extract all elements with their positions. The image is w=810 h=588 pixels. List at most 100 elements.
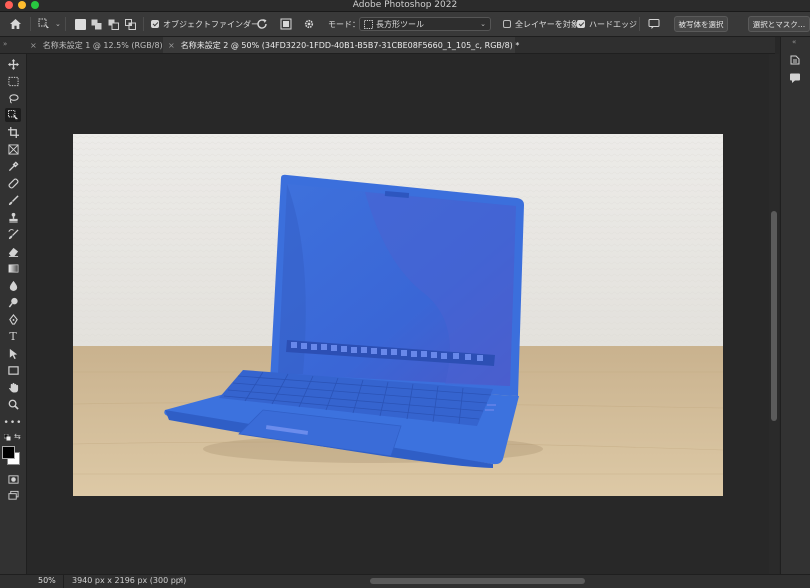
lasso-tool[interactable] [5,91,21,105]
hand-tool[interactable] [5,380,21,394]
hand-tool-icon [8,382,18,393]
quick-mask-icon [7,474,19,484]
app-title: Adobe Photoshop 2022 [352,0,458,10]
hard-edge-label: ハードエッジ [589,19,637,29]
marquee-tool[interactable] [5,74,21,88]
new-selection-button[interactable] [75,19,86,30]
move-tool[interactable] [5,57,21,71]
sample-all-layers-checkbox[interactable] [503,20,511,28]
close-tab-icon[interactable]: × [30,41,37,50]
options-bar: ⌄ オブジェクトファインダー モード： 長方形ツール ⌄ 全レイヤーを対象 ハー… [0,12,810,37]
add-selection-icon [91,19,102,30]
right-panel-strip: « [780,37,810,574]
gradient-tool[interactable] [5,261,21,275]
vertical-scrollbar[interactable] [769,54,779,574]
marquee-tool-icon [7,76,19,86]
zoom-tool-icon [8,399,19,410]
document-canvas[interactable] [73,134,723,496]
feedback-button[interactable] [648,12,660,36]
crop-tool[interactable] [5,125,21,139]
collapse-panel-icon[interactable]: » [3,40,7,48]
object-finder-checkbox[interactable] [151,20,159,28]
zoom-tool[interactable] [5,397,21,411]
sample-all-layers-toggle[interactable]: 全レイヤーを対象 [503,12,579,36]
type-tool[interactable]: T [5,329,21,343]
dodge-tool[interactable] [5,295,21,309]
hard-edge-checkbox[interactable] [577,20,585,28]
object-selection-tool-icon [7,109,18,121]
select-subject-label: 被写体を選択 [678,19,724,29]
comments-panel-icon[interactable] [789,72,801,84]
document-tab-bar: » × 名称未設定 1 @ 12.5% (RGB/8) × 名称未設定 2 @ … [0,37,775,54]
foreground-color-swatch[interactable] [2,446,15,459]
clone-stamp-tool[interactable] [5,210,21,224]
gear-icon [304,19,314,29]
object-selection-tool[interactable] [5,108,21,122]
hard-edge-toggle[interactable]: ハードエッジ [577,12,637,36]
rectangle-mode-icon [364,19,373,29]
screen-mode-icon [7,490,19,500]
mode-label: モード： [328,19,360,29]
eraser-tool[interactable] [5,244,21,258]
show-objects-icon [280,18,292,30]
vertical-scroll-thumb[interactable] [771,211,777,421]
rectangle-tool[interactable] [5,363,21,377]
crop-tool-icon [7,126,19,138]
tool-preset-picker[interactable]: ⌄ [38,12,61,36]
show-all-objects-button[interactable] [280,12,292,36]
object-finder-label: オブジェクトファインダー [163,19,259,29]
chevron-down-icon: ⌄ [55,20,61,28]
history-panel-icon[interactable] [789,54,801,66]
title-bar: Adobe Photoshop 2022 [0,0,810,12]
move-tool-icon [7,58,19,70]
expand-panels-icon[interactable]: « [792,38,796,46]
select-and-mask-label: 選択とマスク… [752,19,806,29]
more-tools-icon: ••• [3,418,23,428]
brush-tool[interactable] [5,193,21,207]
select-subject-button[interactable]: 被写体を選択 [674,16,728,32]
frame-tool[interactable] [5,142,21,156]
home-button[interactable] [9,12,22,36]
healing-brush-tool[interactable] [5,176,21,190]
more-tools-button[interactable]: ••• [3,416,23,430]
pen-tool[interactable] [5,312,21,326]
add-to-selection-button[interactable] [91,19,102,30]
close-tab-icon[interactable]: × [168,41,175,50]
quick-mask-button[interactable] [5,472,21,486]
screen-mode-button[interactable] [5,488,21,502]
canvas-area[interactable] [27,54,768,574]
intersect-selection-button[interactable] [125,19,136,30]
path-selection-icon [9,348,17,359]
chevron-down-icon: ⌄ [480,20,486,28]
swap-colors-icon[interactable]: ⇆ [14,432,21,441]
pen-tool-icon [8,313,18,325]
eyedropper-tool-icon [8,160,19,171]
object-finder-toggle[interactable]: オブジェクトファインダー [151,12,259,36]
subtract-selection-icon [108,19,119,30]
refresh-button[interactable] [256,12,268,36]
blur-tool[interactable] [5,278,21,292]
settings-button[interactable] [303,12,315,36]
history-brush-tool[interactable] [5,227,21,241]
subtract-from-selection-button[interactable] [108,19,119,30]
object-selection-preset-icon [38,18,49,30]
horizontal-scroll-thumb[interactable] [370,578,585,584]
path-selection-tool[interactable] [5,346,21,360]
healing-brush-icon [7,177,19,189]
blur-tool-icon [9,280,17,291]
status-menu-arrow[interactable]: › [179,575,183,585]
home-icon [10,19,21,29]
mode-select[interactable]: 長方形ツール ⌄ [359,17,491,31]
default-colors-icon[interactable] [4,434,11,441]
zoom-level[interactable]: 50% [38,576,56,585]
tab-label: 名称未設定 2 @ 50% (34FD3220-1FDD-40B1-B5B7-3… [180,40,520,50]
tab-document-1[interactable]: × 名称未設定 1 @ 12.5% (RGB/8) [30,37,171,53]
eyedropper-tool[interactable] [5,159,21,173]
tab-document-2[interactable]: × 名称未設定 2 @ 50% (34FD3220-1FDD-40B1-B5B7… [163,37,519,53]
type-tool-icon: T [9,329,17,343]
select-and-mask-button[interactable]: 選択とマスク… [748,16,810,32]
clone-stamp-icon [8,212,18,223]
document-info: 3940 px x 2196 px (300 ppi) [72,576,187,585]
history-brush-icon [7,228,19,239]
refresh-icon [257,19,267,29]
